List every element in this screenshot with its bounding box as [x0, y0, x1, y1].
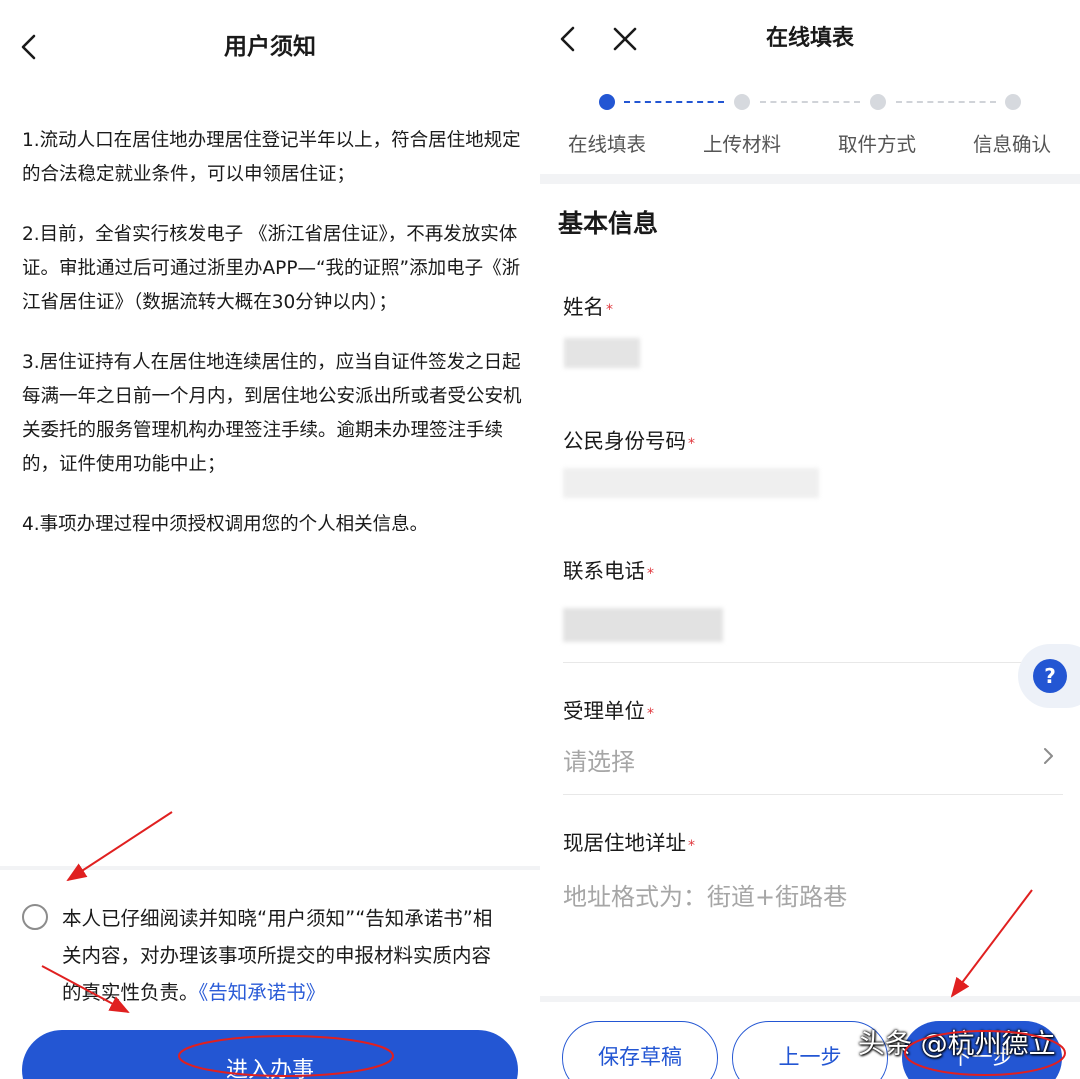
unit-label-text: 受理单位: [563, 699, 645, 723]
watermark: 头条 @杭州德立: [858, 1029, 1056, 1060]
phone-label-text: 联系电话: [563, 559, 645, 583]
question-icon: ?: [1033, 659, 1067, 693]
required-mark: *: [647, 706, 654, 722]
enter-service-button[interactable]: 进入办事: [22, 1030, 518, 1079]
step-dot: [870, 94, 886, 110]
required-mark: *: [606, 302, 613, 318]
user-notice-screen: 用户须知 1.流动人口在居住地办理居住登记半年以上，符合居住地规定的合法稳定就业…: [0, 0, 540, 1079]
footer-separator: [540, 996, 1080, 1002]
id-label-text: 公民身份号码: [563, 429, 686, 453]
step-indicator: 在线填表 上传材料 取件方式 信息确认: [540, 86, 1080, 176]
consent-statement: 本人已仔细阅读并知晓“用户须知”“告知承诺书”相关内容，对办理该事项所提交的申报…: [62, 900, 510, 1011]
notice-item: 1.流动人口在居住地办理居住登记半年以上，符合居住地规定的合法稳定就业条件，可以…: [22, 130, 521, 185]
page-title: 用户须知: [224, 34, 316, 60]
notice-item: 2.目前，全省实行核发电子 《浙江省居住证》，不再发放实体证。审批通过后可通过浙…: [22, 224, 521, 313]
commitment-letter-link[interactable]: 《告知承诺书》: [199, 981, 326, 1004]
unit-field-label: 受理单位 *: [563, 694, 654, 724]
unit-select[interactable]: 请选择: [563, 742, 635, 777]
notice-list: 1.流动人口在居住地办理居住登记半年以上，符合居住地规定的合法稳定就业条件，可以…: [22, 124, 522, 568]
required-mark: *: [647, 566, 654, 582]
name-label-text: 姓名: [563, 295, 604, 319]
address-input[interactable]: 地址格式为：街道+街路巷: [563, 877, 847, 912]
help-button[interactable]: ?: [1018, 644, 1080, 708]
consent-radio[interactable]: [22, 904, 48, 930]
online-form-screen: 在线填表 在线填表 上传材料 取件方式 信息确认 基本信息 姓名 * 公民身份号码…: [540, 0, 1080, 1079]
chevron-right-icon[interactable]: [1038, 746, 1058, 766]
page-title: 在线填表: [765, 26, 854, 51]
step-connector: [624, 101, 724, 103]
phone-value-blurred[interactable]: [563, 608, 723, 642]
name-value-blurred[interactable]: [564, 338, 640, 368]
step-label-fill-form: 在线填表: [567, 133, 646, 156]
step-label-confirm: 信息确认: [972, 133, 1051, 156]
address-label-text: 现居住地详址: [563, 831, 686, 855]
id-value-blurred[interactable]: [563, 468, 819, 498]
section-separator: [540, 174, 1080, 184]
required-mark: *: [688, 436, 695, 452]
divider: [563, 662, 1063, 663]
divider: [563, 794, 1063, 795]
required-mark: *: [688, 838, 695, 854]
step-dot: [1005, 94, 1021, 110]
step-connector: [896, 101, 996, 103]
save-draft-button[interactable]: 保存草稿: [562, 1021, 718, 1079]
address-field-label: 现居住地详址 *: [563, 826, 695, 856]
step-dot-active: [599, 94, 615, 110]
section-title: 基本信息: [558, 209, 659, 238]
id-field-label: 公民身份号码 *: [563, 424, 695, 454]
step-label-pickup: 取件方式: [837, 133, 916, 156]
name-field-label: 姓名 *: [563, 290, 613, 320]
step-dot: [734, 94, 750, 110]
notice-item: 3.居住证持有人在居住地连续居住的，应当自证件签发之日起每满一年之日前一个月内，…: [22, 352, 522, 475]
phone-field-label: 联系电话 *: [563, 554, 654, 584]
step-connector: [760, 101, 860, 103]
step-label-upload: 上传材料: [702, 133, 781, 156]
notice-item: 4.事项办理过程中须授权调用您的个人相关信息。: [22, 514, 429, 535]
